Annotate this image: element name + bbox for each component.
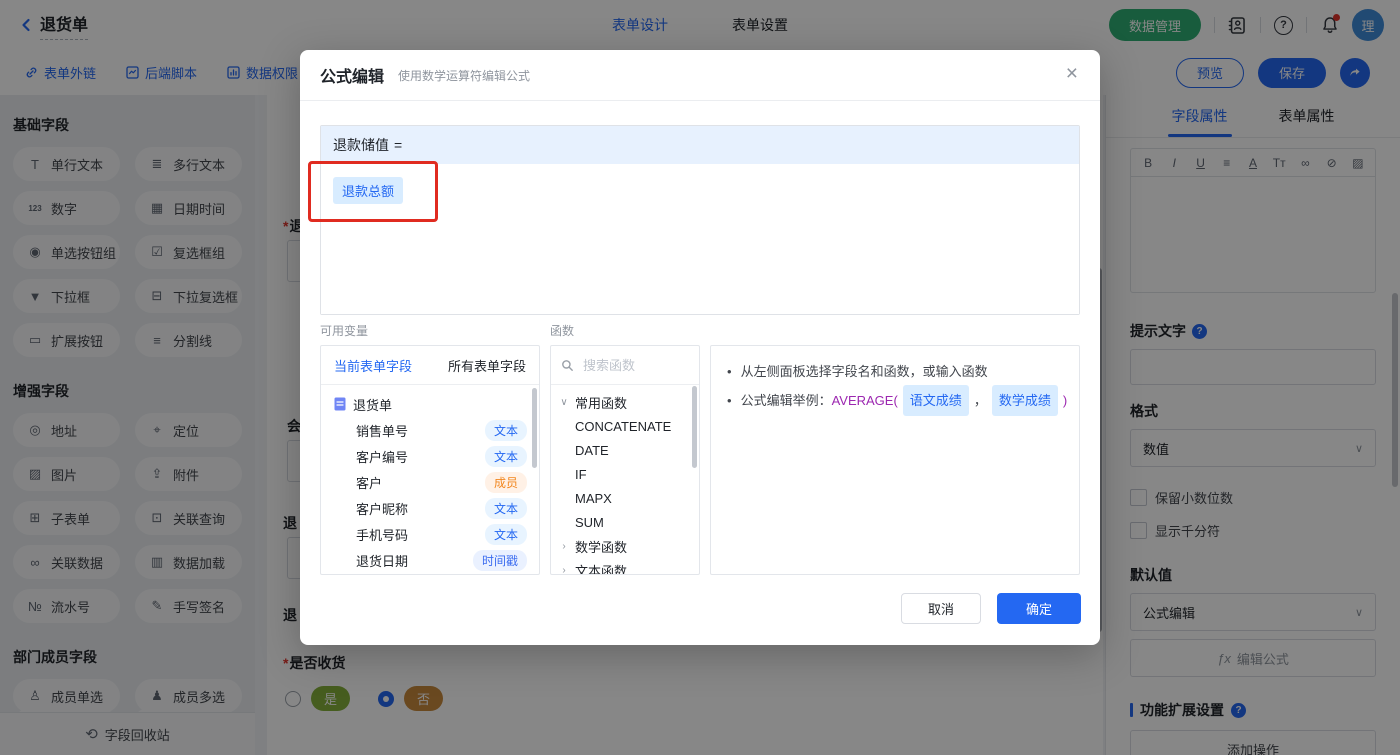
tips-panel: • 从左侧面板选择字段名和函数，或输入函数 • 公式编辑举例： AVERAGE(… (710, 345, 1080, 575)
function-item[interactable]: CONCATENATE (551, 414, 699, 438)
variables-list: 退货单 销售单号 文本 客户编号 文本 客户 成员 客户昵称 文本 手机号码 文本 退货日期 时间戳 (321, 385, 539, 574)
search-icon (561, 359, 574, 372)
formula-edit-modal: 公式编辑 使用数学运算符编辑公式 × 退款储值 = 退款总额 可用变量 函数 当前… (300, 50, 1100, 645)
variables-tabs: 当前表单字段 所有表单字段 (321, 346, 539, 385)
variable-type-tag: 时间戳 (472, 549, 527, 571)
example-token: 数学成绩 (991, 385, 1058, 416)
form-doc-icon (334, 397, 346, 411)
function-item[interactable]: IF (551, 462, 699, 486)
variable-name: 客户昵称 (356, 501, 409, 517)
formula-token[interactable]: 退款总额 (333, 177, 404, 204)
tab-current-form-fields[interactable]: 当前表单字段 (334, 356, 412, 375)
variable-type-tag: 文本 (484, 419, 527, 441)
modal-header: 公式编辑 使用数学运算符编辑公式 (300, 50, 1100, 101)
variable-row[interactable]: 手机号码 文本 (321, 521, 539, 547)
function-group-name: 常用函数 (575, 395, 628, 411)
function-group-name: 文本函数 (575, 563, 628, 575)
variables-label: 可用变量 (320, 324, 369, 338)
function-search-input[interactable] (581, 356, 685, 374)
formula-target-bar: 退款储值 = (321, 126, 1079, 164)
chevron-right-icon: › (562, 540, 566, 552)
variable-row[interactable]: 销售单号 文本 (321, 417, 539, 443)
modal-subtitle: 使用数学运算符编辑公式 (398, 68, 531, 83)
function-group-row[interactable]: ∨ 常用函数 (551, 390, 699, 414)
variable-row-partial (321, 573, 539, 574)
variable-type-tag: 文本 (484, 445, 527, 467)
variables-scrollbar[interactable] (532, 388, 537, 468)
variable-row[interactable]: 退货日期 时间戳 (321, 547, 539, 573)
functions-panel: ∨ 常用函数 CONCATENATEDATEIFMAPXSUM › 数学函数 › 文本函数 (550, 345, 700, 575)
function-item[interactable]: SUM (551, 510, 699, 534)
close-icon[interactable]: × (1066, 63, 1078, 84)
variable-name: 客户 (356, 475, 383, 491)
variable-name: 退货日期 (356, 553, 409, 569)
function-group-row[interactable]: › 文本函数 (551, 558, 699, 575)
function-item[interactable]: DATE (551, 438, 699, 462)
chevron-down-icon: ∨ (560, 396, 568, 408)
tab-all-form-fields[interactable]: 所有表单字段 (448, 356, 526, 375)
function-item[interactable]: MAPX (551, 486, 699, 510)
variable-name: 手机号码 (356, 527, 409, 543)
functions-list: ∨ 常用函数 CONCATENATE DATE IF MAPX SUM › 数学函数 › 文本函数 (551, 385, 699, 575)
variable-type-tag: 文本 (484, 523, 527, 545)
app-root: 退货单 表单设计 表单设置 数据管理 ? 理 表单外链 后端脚本 数据权限 预览… (0, 0, 1400, 755)
variable-type-tag: 成员 (484, 471, 527, 493)
tip-line-2: • 公式编辑举例： AVERAGE( 语文成绩 ， 数学成绩 ) (727, 385, 1067, 416)
variable-name: 客户编号 (356, 449, 409, 465)
variable-type-tag: 文本 (484, 497, 527, 519)
variables-panel: 当前表单字段 所有表单字段 退货单 销售单号 文本 客户编号 文本 客户 成员 客户昵称 文本… (320, 345, 540, 575)
variable-row[interactable]: 客户编号 文本 (321, 443, 539, 469)
variables-root-row[interactable]: 退货单 (321, 391, 539, 417)
formula-body[interactable]: 退款总额 (321, 164, 1079, 314)
function-search[interactable] (551, 346, 699, 385)
function-group-row[interactable]: › 数学函数 (551, 534, 699, 558)
modal-title: 公式编辑 (320, 69, 385, 86)
variable-name: 销售单号 (356, 423, 409, 439)
cancel-button[interactable]: 取消 (901, 593, 981, 624)
tip-line-1: • 从左侧面板选择字段名和函数，或输入函数 (727, 364, 988, 379)
example-token: 语文成绩 (902, 385, 969, 416)
variable-row[interactable]: 客户昵称 文本 (321, 495, 539, 521)
formula-editor[interactable]: 退款储值 = 退款总额 (320, 125, 1080, 315)
chevron-right-icon: › (562, 564, 566, 575)
functions-scrollbar[interactable] (692, 386, 697, 468)
confirm-button[interactable]: 确定 (997, 593, 1081, 624)
variable-row[interactable]: 客户 成员 (321, 469, 539, 495)
function-group-name: 数学函数 (575, 539, 628, 555)
functions-label: 函数 (550, 324, 575, 338)
